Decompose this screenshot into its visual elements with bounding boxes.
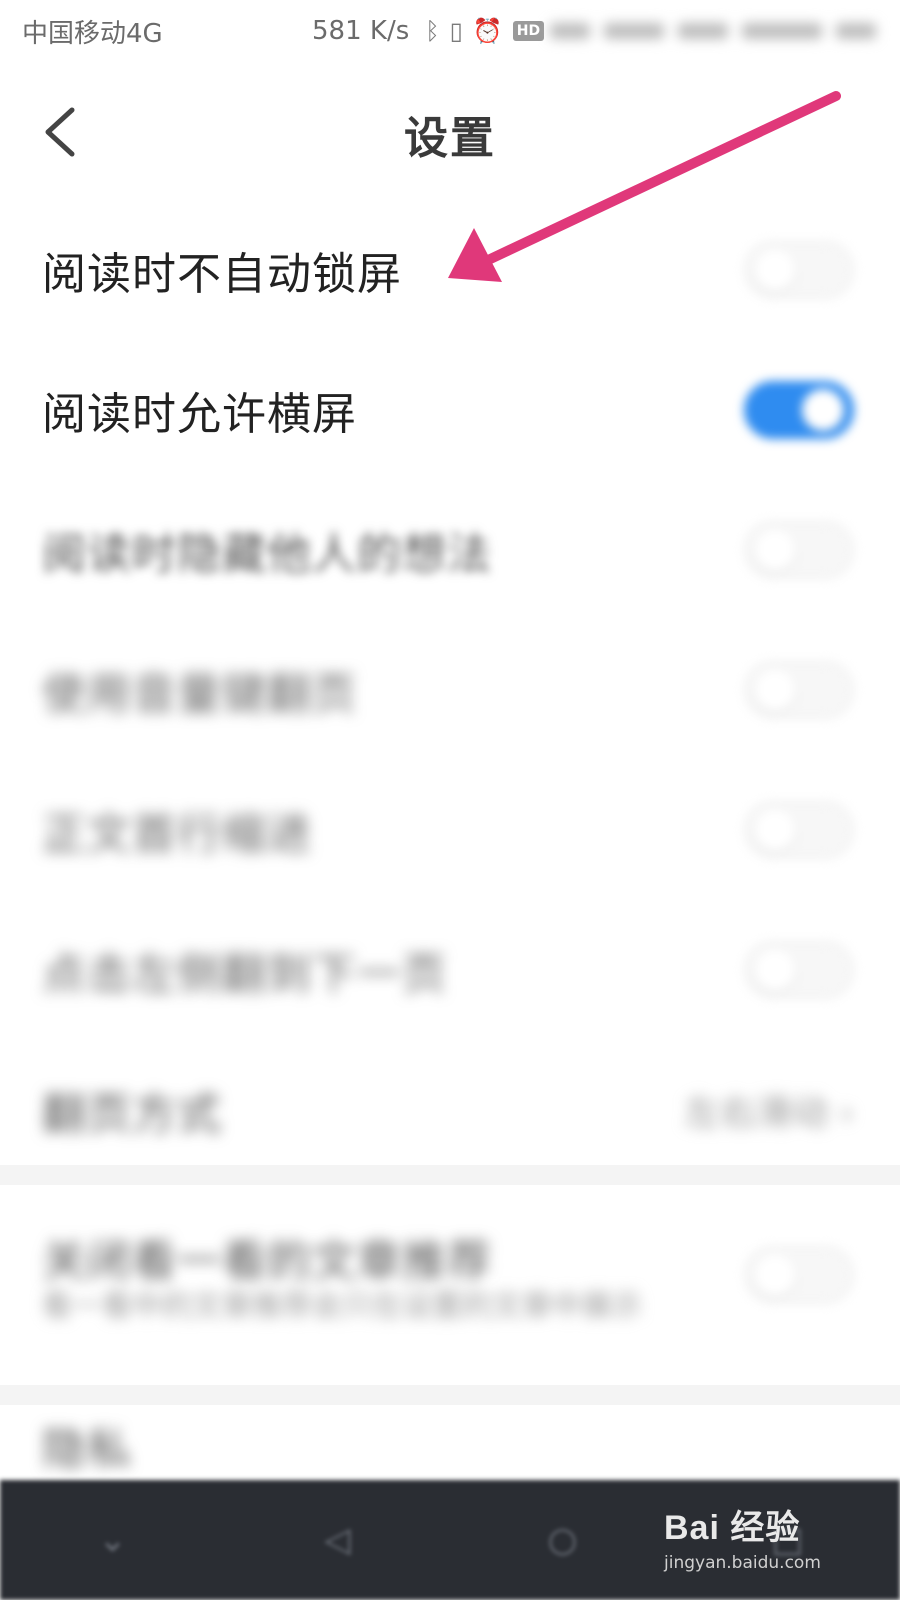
alarm-icon: ⏰: [472, 17, 503, 45]
setting-label: 阅读时隐藏他人的想法: [42, 529, 492, 580]
home-nav-icon[interactable]: ○: [533, 1510, 593, 1570]
toggle-switch[interactable]: [744, 521, 854, 579]
setting-label: 关闭看一看的文章推荐: [42, 1236, 492, 1287]
toggle-switch[interactable]: [744, 801, 854, 859]
setting-label: 正文首行缩进: [42, 809, 312, 860]
section-divider: [0, 1165, 900, 1185]
nav-bar: 设置: [0, 62, 900, 202]
setting-label: 隐私: [42, 1424, 132, 1475]
back-nav-icon[interactable]: ◁: [308, 1510, 368, 1570]
setting-label: 阅读时不自动锁屏: [42, 249, 402, 300]
setting-label: 使用音量键翻页: [42, 669, 357, 720]
setting-label: 翻页方式: [42, 1089, 222, 1140]
toggle-switch[interactable]: [744, 1246, 854, 1304]
setting-value: 左右滑动 ›: [684, 1093, 854, 1134]
watermark: Bai 经验 jingyan.baidu.com: [664, 1500, 854, 1580]
status-bar: 中国移动4G 581 K/s ᛒ ▯ ⏰ HD: [0, 0, 900, 62]
page-title: 设置: [404, 113, 496, 164]
vibrate-icon: ▯: [449, 17, 463, 45]
setting-row-no-autolock[interactable]: 阅读时不自动锁屏: [0, 200, 900, 340]
setting-label: 点击左侧翻到下一页: [42, 949, 447, 1000]
carrier-label: 中国移动4G: [22, 18, 163, 49]
setting-row-tap-left[interactable]: 点击左侧翻到下一页: [0, 900, 900, 1040]
hd-badge: HD: [512, 21, 545, 41]
toggle-switch[interactable]: [744, 661, 854, 719]
watermark-brand: Bai 经验: [664, 1509, 801, 1547]
toggle-switch[interactable]: [744, 241, 854, 299]
watermark-url: jingyan.baidu.com: [664, 1553, 821, 1573]
chevron-down-icon[interactable]: ⌄: [83, 1510, 143, 1570]
setting-row-allow-landscape[interactable]: 阅读时允许横屏: [0, 340, 900, 480]
toggle-switch[interactable]: [744, 381, 854, 439]
bluetooth-icon: ᛒ: [425, 17, 440, 45]
setting-row-recommend[interactable]: 关闭看一看的文章推荐 看一看中的文章推荐会只在设置的文章中展示: [0, 1185, 900, 1365]
status-icons: ᛒ ▯ ⏰ HD: [425, 17, 545, 45]
status-right-blurred: [550, 18, 880, 44]
network-speed: 581 K/s: [312, 16, 410, 46]
setting-row-indent[interactable]: 正文首行缩进: [0, 760, 900, 900]
setting-subtitle: 看一看中的文章推荐会只在设置的文章中展示: [42, 1289, 642, 1324]
setting-row-page-turn[interactable]: 翻页方式 左右滑动 ›: [0, 1040, 900, 1180]
setting-row-privacy[interactable]: 隐私: [0, 1400, 900, 1490]
toggle-switch[interactable]: [744, 941, 854, 999]
setting-label: 阅读时允许横屏: [42, 389, 357, 440]
setting-row-volume-keys[interactable]: 使用音量键翻页: [0, 620, 900, 760]
setting-row-hide-thoughts[interactable]: 阅读时隐藏他人的想法: [0, 480, 900, 620]
